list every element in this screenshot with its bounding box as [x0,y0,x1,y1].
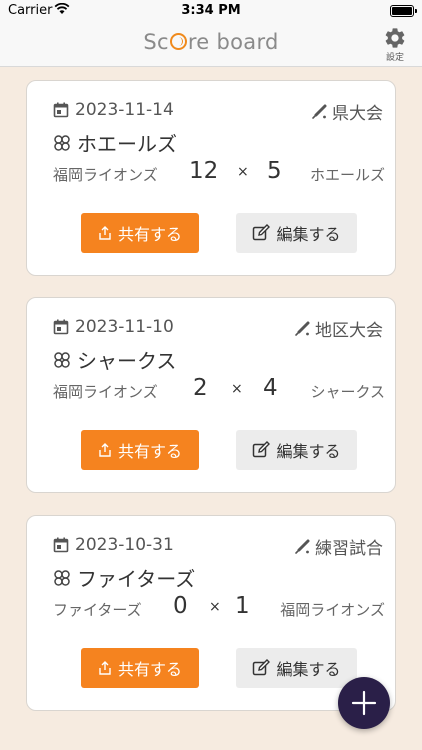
away-score: 5 [267,158,282,184]
home-team: 福岡ライオンズ [53,383,158,401]
edit-label: 編集する [276,225,341,244]
settings-button[interactable]: 設定 [382,26,408,63]
score-row: 福岡ライオンズ 2 × 4 シャークス [27,375,397,409]
game-type-text: 練習試合 [315,539,383,559]
edit-icon [253,224,271,241]
gear-icon [385,28,405,48]
status-bar: Carrier 3:34 PM [0,0,422,22]
share-button[interactable]: 共有する [81,213,199,253]
home-score: 12 [189,158,219,184]
bat-icon [295,321,310,336]
share-label: 共有する [117,660,182,679]
away-team: シャークス [310,383,385,401]
edit-label: 編集する [276,442,341,461]
game-date: 2023-11-10 [53,317,174,337]
calendar-icon [53,102,69,118]
opponent-name: ホエールズ [77,132,177,156]
app-title-prefix: Sc [143,30,169,54]
game-type-text: 地区大会 [315,321,383,341]
team-icon [54,351,70,368]
bat-icon [295,539,310,554]
add-game-button[interactable] [338,677,390,729]
settings-label: 設定 [385,53,404,63]
share-icon [99,226,111,240]
game-date: 2023-10-31 [53,535,174,555]
home-score: 0 [173,593,188,619]
plus-icon [351,690,377,716]
share-button[interactable]: 共有する [81,648,199,688]
game-type-text: 県大会 [332,104,383,124]
score-separator: × [231,381,243,397]
share-button[interactable]: 共有する [81,430,199,470]
edit-button[interactable]: 編集する [236,430,357,470]
opponent-team: ホエールズ [53,128,177,157]
calendar-icon [53,537,69,553]
game-card[interactable]: 2023-11-14 県大会 ホエールズ 福岡ライオンズ 12 × 5 ホエール… [26,80,396,276]
app-title: Sc re board [0,30,422,54]
opponent-name: シャークス [77,349,177,373]
nav-bar: Sc re board 設定 [0,22,422,67]
home-team: ファイターズ [53,601,142,619]
baseball-icon [169,33,187,50]
away-team: 福岡ライオンズ [280,601,385,619]
team-icon [54,569,70,586]
calendar-icon [53,319,69,335]
status-time: 3:34 PM [181,3,241,18]
away-team: ホエールズ [309,166,385,184]
away-score: 1 [235,593,250,619]
bat-icon [312,104,327,119]
opponent-team: シャークス [53,345,176,374]
edit-button[interactable]: 編集する [236,213,357,253]
game-type: 県大会 [311,99,383,124]
share-icon [99,661,111,675]
away-score: 4 [263,375,278,401]
score-row: 福岡ライオンズ 12 × 5 ホエールズ [27,158,397,192]
score-row: ファイターズ 0 × 1 福岡ライオンズ [27,593,397,627]
edit-label: 編集する [276,660,341,679]
game-date-text: 2023-11-10 [75,317,174,337]
score-separator: × [237,164,249,180]
home-team: 福岡ライオンズ [53,166,158,184]
app-title-suffix: re board [187,30,279,54]
share-label: 共有する [117,442,182,461]
home-score: 2 [193,375,208,401]
game-date-text: 2023-10-31 [75,535,174,555]
game-date: 2023-11-14 [53,100,174,120]
game-card[interactable]: 2023-11-10 地区大会 シャークス 福岡ライオンズ 2 × 4 シャーク… [26,297,396,493]
game-type: 地区大会 [294,316,383,341]
game-date-text: 2023-11-14 [75,100,174,120]
edit-button[interactable]: 編集する [236,648,357,688]
opponent-team: ファイターズ [53,563,195,592]
team-icon [54,134,70,151]
game-type: 練習試合 [294,534,383,559]
game-card[interactable]: 2023-10-31 練習試合 ファイターズ ファイターズ 0 × 1 福岡ライ… [26,515,396,711]
share-label: 共有する [117,225,182,244]
edit-icon [253,441,271,458]
edit-icon [253,659,271,676]
battery-icon [390,5,417,17]
score-separator: × [209,599,221,615]
share-icon [99,443,111,457]
opponent-name: ファイターズ [77,567,196,591]
